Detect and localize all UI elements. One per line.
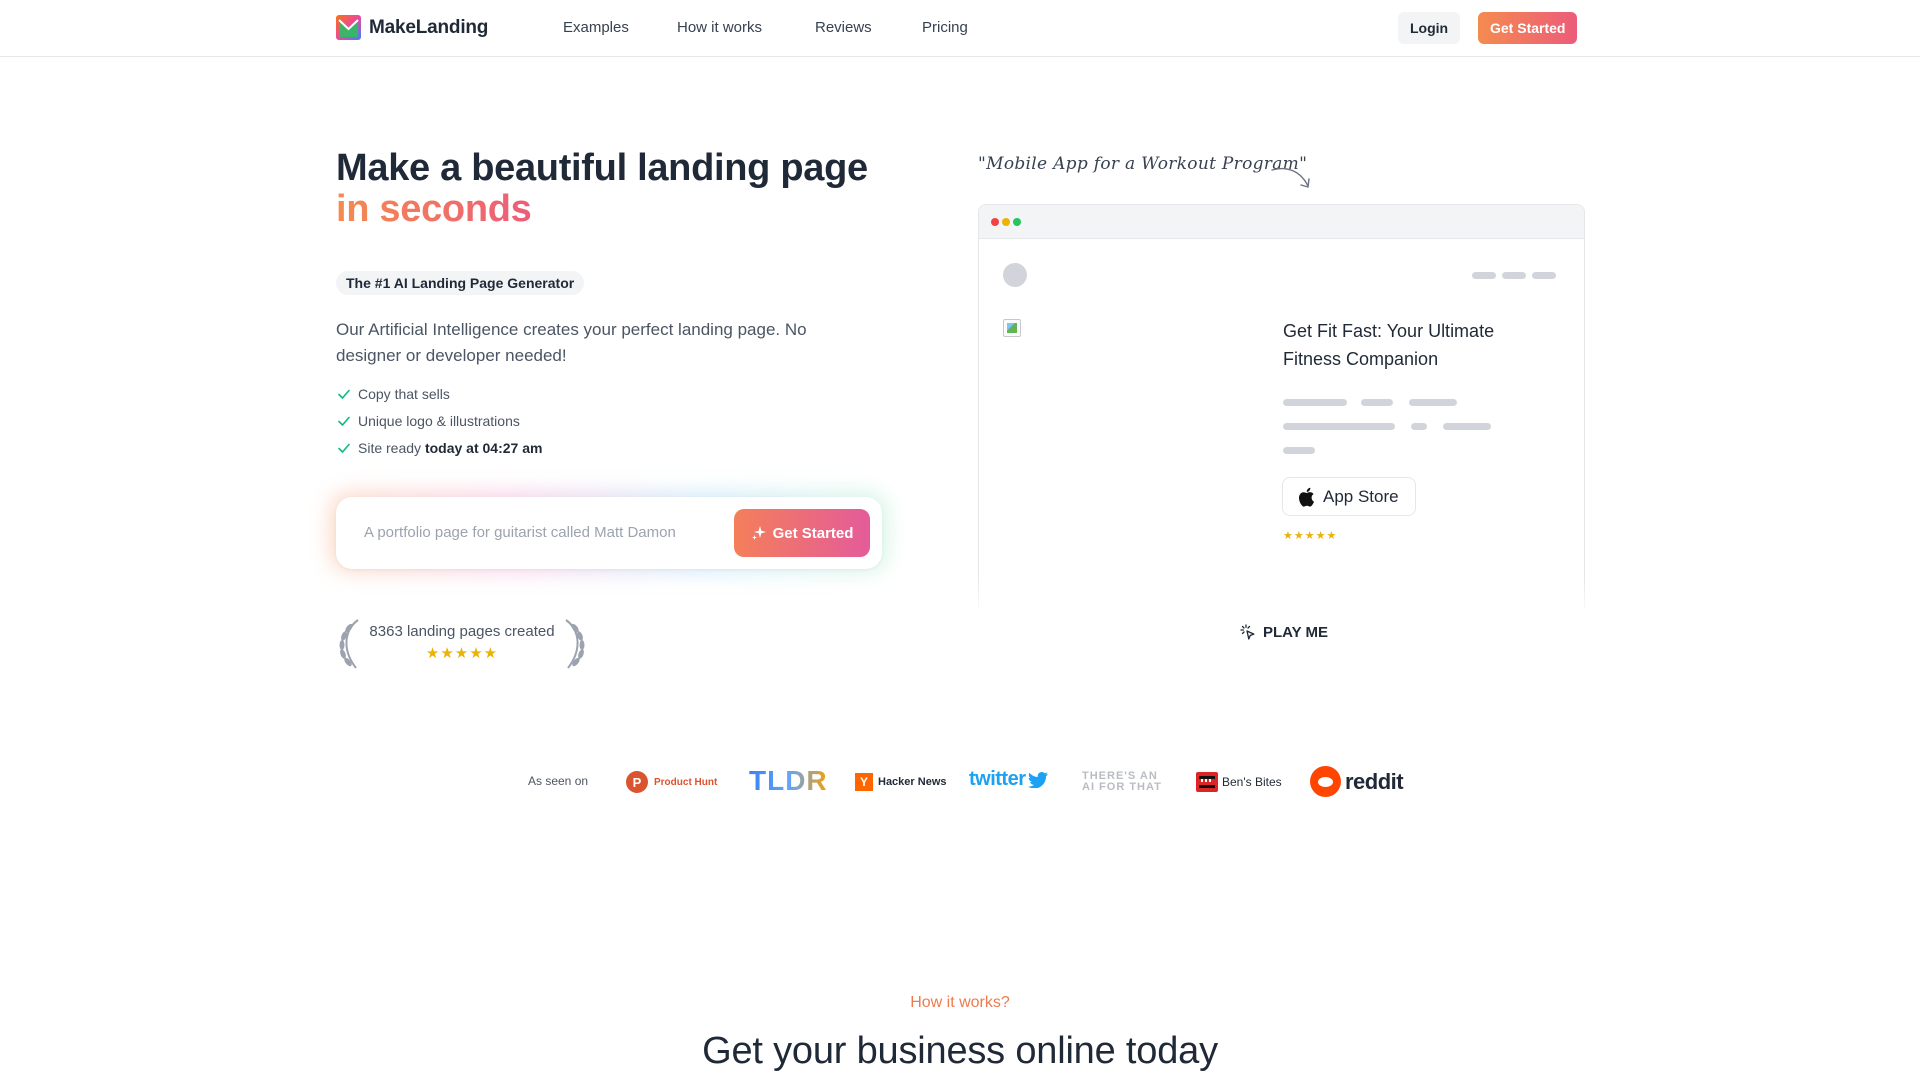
curved-arrow-icon: [1271, 167, 1310, 188]
prompt-box: Get Started: [336, 497, 882, 569]
hero-title-accent: in seconds: [336, 188, 532, 230]
reddit-logo[interactable]: reddit: [1310, 766, 1404, 797]
feature-text: Unique logo & illustrations: [358, 412, 520, 429]
nav-link-how-it-works[interactable]: How it works: [677, 19, 762, 36]
nav-link-reviews[interactable]: Reviews: [815, 19, 872, 36]
mock-nav-placeholder: [1502, 272, 1526, 279]
preview-fade: [956, 580, 1606, 616]
feature-text: Copy that sells: [358, 385, 450, 402]
hero-title-line1: Make a beautiful landing page: [336, 147, 868, 189]
app-store-button[interactable]: App Store: [1282, 477, 1416, 516]
tldr-logo[interactable]: TLDR: [749, 765, 828, 797]
mock-text-placeholder: [1283, 399, 1347, 406]
mock-text-placeholder: [1409, 399, 1457, 406]
top-navigation: MakeLanding Examples How it works Review…: [0, 0, 1920, 57]
feature-text: Site ready today at 04:27 am: [358, 440, 542, 456]
window-minimize-dot: [1002, 218, 1010, 226]
get-started-button-label: Get Started: [772, 524, 854, 542]
apple-icon: [1299, 487, 1314, 507]
twitter-logo[interactable]: twitter: [969, 768, 1048, 791]
mock-nav-placeholder: [1472, 272, 1496, 279]
twitter-text: twitter: [969, 768, 1026, 790]
feature-item: Copy that sells: [336, 380, 542, 407]
hero-title: Make a beautiful landing page in seconds: [336, 148, 868, 230]
reddit-icon: [1310, 766, 1341, 797]
get-started-button[interactable]: Get Started: [734, 509, 870, 557]
mock-text-placeholder: [1283, 423, 1395, 430]
broken-image-icon: [1003, 319, 1021, 337]
preview-caption: "Mobile App for a Workout Program": [978, 154, 1308, 174]
reddit-text: reddit: [1345, 768, 1404, 794]
hero-description: Our Artificial Intelligence creates your…: [336, 320, 807, 365]
as-seen-on-label: As seen on: [528, 774, 589, 788]
theres-an-ai-for-that-logo[interactable]: THERE'S AN AI FOR THAT: [1082, 771, 1162, 793]
twitter-bird-icon: [1027, 771, 1048, 788]
prompt-input[interactable]: [364, 519, 724, 545]
brand-name: MakeLanding: [369, 16, 489, 38]
mock-text-placeholder: [1361, 399, 1393, 406]
nav-link-pricing[interactable]: Pricing: [922, 19, 968, 36]
taaft-text-line2: AI FOR THAT: [1082, 781, 1162, 793]
product-hunt-icon: P: [626, 771, 648, 793]
brand-logo-icon: [336, 15, 361, 40]
bens-bites-text: Ben's Bites: [1222, 775, 1282, 789]
get-started-nav-button[interactable]: Get Started: [1478, 12, 1578, 44]
play-me-label: PLAY ME: [1263, 624, 1329, 641]
check-icon: [338, 389, 350, 399]
how-it-works-title: Get your business online today: [702, 1030, 1218, 1072]
browser-title-bar: [979, 205, 1584, 239]
hacker-news-text: Hacker News: [878, 776, 947, 788]
sparkle-icon: [751, 526, 766, 540]
how-it-works-label: How it works?: [910, 994, 1010, 1011]
login-button[interactable]: Login: [1398, 12, 1461, 44]
preview-browser-window: Get Fit Fast: Your Ultimate Fitness Comp…: [978, 204, 1585, 608]
hacker-news-icon: Y: [855, 773, 873, 791]
mock-nav-placeholder: [1532, 272, 1556, 279]
play-me-button[interactable]: PLAY ME: [1240, 624, 1328, 641]
feature-list: Copy that sells Unique logo & illustrati…: [336, 380, 542, 461]
hacker-news-logo[interactable]: Y Hacker News: [855, 773, 947, 791]
app-store-label: App Store: [1323, 486, 1399, 506]
feature-text-time: today at 04:27 am: [424, 439, 543, 456]
feature-item: Site ready today at 04:27 am: [336, 434, 542, 461]
laurel-left-icon: [339, 619, 359, 669]
check-icon: [338, 416, 350, 426]
hero-badge: The #1 AI Landing Page Generator: [336, 271, 585, 295]
mock-text-placeholder: [1443, 423, 1491, 430]
feature-text-plain: Site ready: [358, 439, 425, 456]
mock-text-placeholder: [1283, 447, 1315, 454]
product-hunt-text: Product Hunt: [654, 776, 718, 788]
pages-created-stars: ★★★★★: [425, 645, 499, 662]
feature-item: Unique logo & illustrations: [336, 407, 542, 434]
brand[interactable]: MakeLanding: [336, 15, 488, 40]
nav-link-examples[interactable]: Examples: [563, 19, 629, 36]
pointer-click-icon: [1240, 624, 1255, 640]
pages-created-count: 8363 landing pages created: [369, 623, 555, 640]
bens-bites-logo[interactable]: Ben's Bites: [1196, 772, 1282, 792]
laurel-right-icon: [565, 619, 585, 669]
product-hunt-logo[interactable]: P Product Hunt: [626, 771, 717, 793]
mock-text-placeholder: [1411, 423, 1427, 430]
bens-bites-icon: [1196, 772, 1218, 792]
tldr-text: TLDR: [749, 765, 828, 796]
window-maximize-dot: [1013, 218, 1021, 226]
preview-rating-stars: ★★★★★: [1283, 530, 1338, 542]
check-icon: [338, 443, 350, 453]
preview-headline: Get Fit Fast: Your Ultimate Fitness Comp…: [1283, 321, 1495, 369]
window-close-dot: [991, 218, 999, 226]
mock-logo-placeholder: [1003, 263, 1027, 287]
